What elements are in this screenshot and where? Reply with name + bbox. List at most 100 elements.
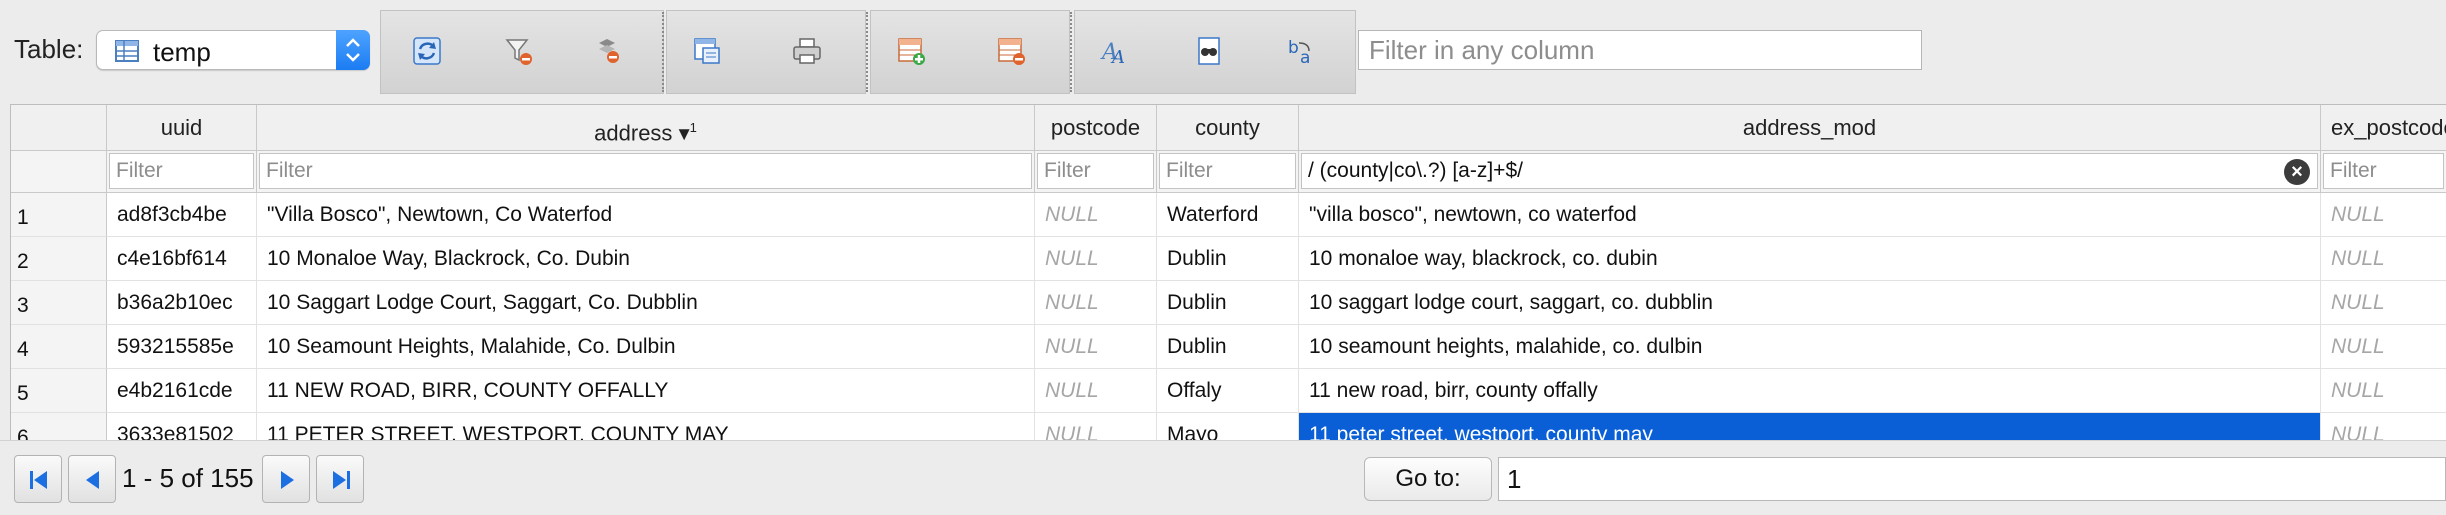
page-info: 1 - 5 of 155 [122, 463, 254, 493]
toolbar-separator [662, 12, 664, 92]
cell-ex-postcode[interactable]: NULL [2321, 413, 2446, 441]
cell-uuid[interactable]: e4b2161cde [107, 369, 257, 413]
column-header-address[interactable]: address ▾1 [257, 105, 1035, 151]
filter-input-uuid[interactable] [109, 153, 254, 189]
save-table-button[interactable] [667, 11, 747, 123]
cell-address-mod[interactable]: 10 seamount heights, malahide, co. dulbi… [1299, 325, 2321, 369]
table-select[interactable]: temp [96, 30, 370, 70]
cell-uuid[interactable]: ad8f3cb4be [107, 193, 257, 237]
go-to-button[interactable]: Go to: [1364, 457, 1492, 501]
table-row[interactable]: 6 3633e81502 11 PETER STREET, WESTPORT, … [11, 413, 2446, 441]
filter-input-address[interactable] [259, 153, 1032, 189]
table-row[interactable]: 2 c4e16bf614 10 Monaloe Way, Blackrock, … [11, 237, 2446, 281]
clear-filter-icon[interactable]: × [2284, 159, 2310, 185]
last-page-button[interactable] [316, 455, 364, 503]
cell-address[interactable]: 10 Monaloe Way, Blackrock, Co. Dubin [257, 237, 1035, 281]
cell-county[interactable]: Offaly [1157, 369, 1299, 413]
filter-input-county[interactable] [1159, 153, 1296, 189]
cell-address-mod[interactable]: 11 new road, birr, county offally [1299, 369, 2321, 413]
row-number[interactable]: 2 [11, 237, 107, 281]
cell-address-mod[interactable]: 10 saggart lodge court, saggart, co. dub… [1299, 281, 2321, 325]
filter-input-ex-postcode[interactable] [2323, 153, 2444, 189]
cell-county[interactable]: Dublin [1157, 325, 1299, 369]
replace-button[interactable]: b a [1263, 11, 1343, 95]
cell-address[interactable]: 10 Saggart Lodge Court, Saggart, Co. Dub… [257, 281, 1035, 325]
filter-cell-uuid [107, 151, 257, 193]
toolbar: Table: temp A A b a Filter in any column [0, 0, 2446, 123]
row-number[interactable]: 4 [11, 325, 107, 369]
delete-rows-button[interactable] [971, 11, 1051, 95]
cell-postcode[interactable]: NULL [1035, 325, 1157, 369]
column-header-county[interactable]: county [1157, 105, 1299, 151]
filter-row-spacer [11, 151, 107, 193]
clear-filters-icon [505, 39, 532, 65]
find-button[interactable]: A A [1075, 11, 1155, 95]
first-page-button[interactable] [14, 455, 62, 503]
cell-county[interactable]: Dublin [1157, 237, 1299, 281]
cell-postcode[interactable]: NULL [1035, 281, 1157, 325]
refresh-button[interactable] [387, 11, 467, 95]
filter-input-postcode[interactable] [1037, 153, 1154, 189]
row-number[interactable]: 6 [11, 413, 107, 441]
column-header-label: uuid [160, 115, 203, 140]
cell-address[interactable]: 10 Seamount Heights, Malahide, Co. Dulbi… [257, 325, 1035, 369]
cell-uuid[interactable]: 3633e81502 [107, 413, 257, 441]
previous-page-button[interactable] [68, 455, 116, 503]
cell-postcode[interactable]: NULL [1035, 413, 1157, 441]
cell-county[interactable]: Waterford [1157, 193, 1299, 237]
table-row[interactable]: 3 b36a2b10ec 10 Saggart Lodge Court, Sag… [11, 281, 2446, 325]
cell-ex-postcode[interactable]: NULL [2321, 193, 2446, 237]
save-table-icon [694, 38, 720, 64]
find-icon: A A [1100, 40, 1125, 67]
cell-ex-postcode[interactable]: NULL [2321, 281, 2446, 325]
filter-cell-address-mod: × [1299, 151, 2321, 193]
cell-uuid[interactable]: 593215585e [107, 325, 257, 369]
cell-address-mod-selected[interactable]: 11 peter street, westport, county may [1299, 413, 2321, 441]
cell-address[interactable]: "Villa Bosco", Newtown, Co Waterfod [257, 193, 1035, 237]
column-header-label: county [1195, 115, 1260, 140]
cell-county[interactable]: Mayo [1157, 413, 1299, 441]
filter-input-address-mod[interactable] [1301, 153, 2318, 189]
cell-ex-postcode[interactable]: NULL [2321, 369, 2446, 413]
cell-uuid[interactable]: c4e16bf614 [107, 237, 257, 281]
cell-county[interactable]: Dublin [1157, 281, 1299, 325]
cell-ex-postcode[interactable]: NULL [2321, 325, 2446, 369]
row-number[interactable]: 5 [11, 369, 107, 413]
filter-any-column-input[interactable] [1358, 30, 1922, 70]
cell-address[interactable]: 11 NEW ROAD, BIRR, COUNTY OFFALLY [257, 369, 1035, 413]
row-number[interactable]: 1 [11, 193, 107, 237]
delete-record-button[interactable] [567, 11, 647, 95]
table-row[interactable]: 4 593215585e 10 Seamount Heights, Malahi… [11, 325, 2446, 369]
delete-record-icon [599, 39, 619, 63]
insert-record-icon [898, 38, 925, 65]
column-header-postcode[interactable]: postcode [1035, 105, 1157, 151]
replace-icon: b a [1288, 38, 1310, 67]
print-button[interactable] [767, 11, 847, 95]
cell-address-mod[interactable]: 10 monaloe way, blackrock, co. dubin [1299, 237, 2321, 281]
previous-page-icon [86, 471, 99, 489]
cell-postcode[interactable]: NULL [1035, 237, 1157, 281]
table-select-value: temp [153, 37, 211, 67]
table-row[interactable]: 5 e4b2161cde 11 NEW ROAD, BIRR, COUNTY O… [11, 369, 2446, 413]
cell-uuid[interactable]: b36a2b10ec [107, 281, 257, 325]
chevron-updown-icon[interactable] [336, 30, 370, 70]
next-page-button[interactable] [262, 455, 310, 503]
go-to-input[interactable] [1498, 457, 2446, 501]
cell-ex-postcode[interactable]: NULL [2321, 237, 2446, 281]
filter-cell-ex-postcode [2321, 151, 2446, 193]
find-replace-button[interactable] [1169, 11, 1249, 95]
cell-postcode[interactable]: NULL [1035, 369, 1157, 413]
row-number[interactable]: 3 [11, 281, 107, 325]
sort-order-badge: 1 [689, 120, 697, 135]
column-header-address-mod[interactable]: address_mod [1299, 105, 2321, 151]
column-header-uuid[interactable]: uuid [107, 105, 257, 151]
cell-address[interactable]: 11 PETER STREET, WESTPORT, COUNTY MAY [257, 413, 1035, 441]
clear-filters-button[interactable] [479, 11, 559, 95]
cell-postcode[interactable]: NULL [1035, 193, 1157, 237]
insert-record-button[interactable] [871, 11, 951, 123]
last-page-icon [333, 471, 350, 489]
table-row[interactable]: 1 ad8f3cb4be "Villa Bosco", Newtown, Co … [11, 193, 2446, 237]
cell-address-mod[interactable]: "villa bosco", newtown, co waterfod [1299, 193, 2321, 237]
first-page-icon [30, 471, 47, 489]
column-header-ex-postcode[interactable]: ex_postcode [2321, 105, 2446, 151]
